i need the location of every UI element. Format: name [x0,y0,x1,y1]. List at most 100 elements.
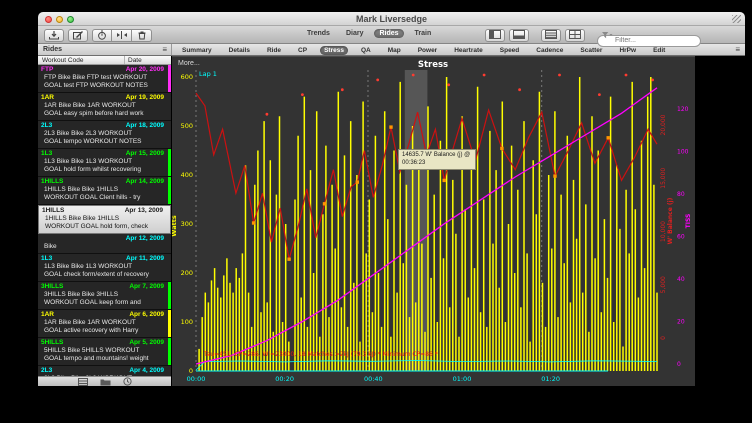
ride-list-item[interactable]: 1HILLSApr 13, 20091HILLS Bike Bike 1HILL… [38,205,171,234]
sidebar-left-toggle-button[interactable] [485,29,505,42]
view-tab-train[interactable]: Train [410,29,437,38]
tab-edit[interactable]: Edit [649,46,669,55]
download-button[interactable] [44,29,64,42]
zoom-window-icon[interactable] [67,16,74,23]
ride-list: FTPApr 20, 2009FTP Bike Bike FTP test WO… [38,65,171,376]
match-dot [558,74,561,77]
tab-summary[interactable]: Summary [178,46,216,55]
ride-list-item[interactable]: FTPApr 20, 2009FTP Bike Bike FTP test WO… [38,65,171,93]
ride-date: Apr 19, 2009 [126,94,165,102]
main-toolbar: Trends Diary Rides Train [38,26,745,44]
ride-description-line: GOAL test FTP WORKOUT NOTES [41,82,165,90]
match-square [252,221,255,224]
toolbar-left-buttons [44,29,152,42]
tab-stress[interactable]: Stress [320,46,348,55]
tabbar-menu-icon[interactable]: ≡ [735,44,740,56]
sidebar-toggle-group [485,29,529,42]
tab-map[interactable]: Map [384,46,405,55]
ride-date: Apr 18, 2009 [126,122,165,130]
match-dot [651,79,654,82]
match-dot [412,74,415,77]
ride-list-item[interactable]: 1HILLSApr 14, 20091HILLS Bike Bike 1HILL… [38,177,171,205]
time-tick: 01:20 [541,375,560,383]
grid-view-button[interactable] [565,29,585,42]
list-column-headers[interactable]: Workout Code Date [38,56,171,65]
match-square [607,136,610,139]
ride-date: Apr 5, 2009 [129,339,165,347]
ride-date: Apr 12, 2009 [126,235,165,243]
column-date[interactable]: Date [125,56,171,64]
trash-button[interactable] [132,29,152,42]
split-intervals-button[interactable] [112,29,132,42]
sidebar-bottom-toggle-button[interactable] [509,29,529,42]
ride-list-item[interactable]: 1L3Apr 15, 20091L3 Bike Bike 1L3 WORKOUT… [38,149,171,177]
ride-list-item[interactable]: 1ARApr 6, 20091AR Bike Bike 1AR WORKOUTG… [38,310,171,338]
ride-code: FTP [41,66,53,74]
ride-description-line: Bike [41,243,165,251]
ride-code: 1HILLS [42,207,64,215]
view-tab-diary[interactable]: Diary [341,29,369,38]
color-stripe [168,65,172,92]
stopwatch-button[interactable] [92,29,112,42]
view-tab-trends[interactable]: Trends [302,29,335,38]
view-tab-rides[interactable]: Rides [374,29,403,38]
clock-icon[interactable] [123,377,132,386]
tab-speed[interactable]: Speed [496,46,524,55]
color-stripe [168,177,172,204]
tab-scatter[interactable]: Scatter [576,46,606,55]
tab-heartrate[interactable]: Heartrate [450,46,487,55]
tiss-tick: 80 [677,191,685,198]
watts-tick: 200 [181,269,193,277]
lap-label: Lap 1 [199,70,217,78]
watts-tick: 400 [181,171,193,179]
match-dot [483,74,486,77]
ride-list-item[interactable]: 3HILLSApr 7, 20093HILLS Bike Bike 3HILLS… [38,282,171,310]
tab-cadence[interactable]: Cadence [532,46,567,55]
list-view-button[interactable] [541,29,561,42]
tab-qa[interactable]: QA [357,46,375,55]
chart-pane: 0100200300400500600Watts05,00010,00015,0… [172,56,745,386]
ride-description-line: FTP Bike Bike FTP test WORKOUT [41,74,165,82]
minimize-window-icon[interactable] [56,16,63,23]
tab-power[interactable]: Power [414,46,442,55]
match-square [356,180,359,183]
match-square [443,179,446,182]
ride-description-line: 1AR Bike Bike 1AR WORKOUT [41,319,165,327]
wbal-tick: 5,000 [660,276,667,293]
app-window: Mark Liversedge Trends Diary Rides Train Ri… [38,12,745,386]
tab-details[interactable]: Details [225,46,254,55]
ride-list-item[interactable]: 2L3Apr 18, 20092L3 Bike Bike 2L3 WORKOUT… [38,121,171,149]
tab-hrpw[interactable]: HrPw [615,46,640,55]
folder-icon[interactable] [100,378,111,386]
ride-list-item[interactable]: 1L3Apr 11, 20091L3 Bike Bike 1L3 WORKOUT… [38,254,171,282]
table-view-icon[interactable] [78,378,88,386]
color-stripe [168,149,172,176]
column-workout-code[interactable]: Workout Code [38,56,125,64]
tiss-tick: 0 [677,361,681,368]
ride-list-item[interactable]: 5HILLSApr 5, 20095HILLS Bike 5HILLS WORK… [38,338,171,366]
tab-ride[interactable]: Ride [263,46,285,55]
ride-date: Apr 11, 2009 [126,255,165,263]
match-dot [598,93,601,96]
hamburger-icon[interactable]: ≡ [162,44,167,56]
ride-list-item[interactable]: Apr 12, 2009Bike [38,234,171,254]
wbal-tick: 0 [660,336,667,340]
ride-description-line: 1L3 Bike Bike 1L3 WORKOUT [41,263,165,271]
window-title: Mark Liversedge [38,12,745,26]
resize-grip-icon[interactable] [732,15,741,23]
ride-description-line: GOAL check form/extent of recovery [41,271,165,279]
tab-cp[interactable]: CP [294,46,311,55]
view-switcher: Trends Diary Rides Train [302,29,436,38]
ride-code: 1L3 [41,150,52,158]
watts-tick: 600 [181,73,193,81]
title-bar[interactable]: Mark Liversedge [38,12,745,26]
ride-list-item[interactable]: 2L3Apr 4, 20092L3 Bike Bike 2L3 WORKOUTG… [38,366,171,376]
stress-chart[interactable]: 0100200300400500600Watts05,00010,00015,0… [172,56,695,386]
more-link[interactable]: More... [178,60,200,67]
layout-toggle-group [541,29,585,42]
compose-button[interactable] [68,29,88,42]
sidebar-footer-bar [38,376,171,386]
close-window-icon[interactable] [45,16,52,23]
ride-list-item[interactable]: 1ARApr 19, 20091AR Bike Bike 1AR WORKOUT… [38,93,171,121]
ride-code: 1HILLS [41,178,63,186]
